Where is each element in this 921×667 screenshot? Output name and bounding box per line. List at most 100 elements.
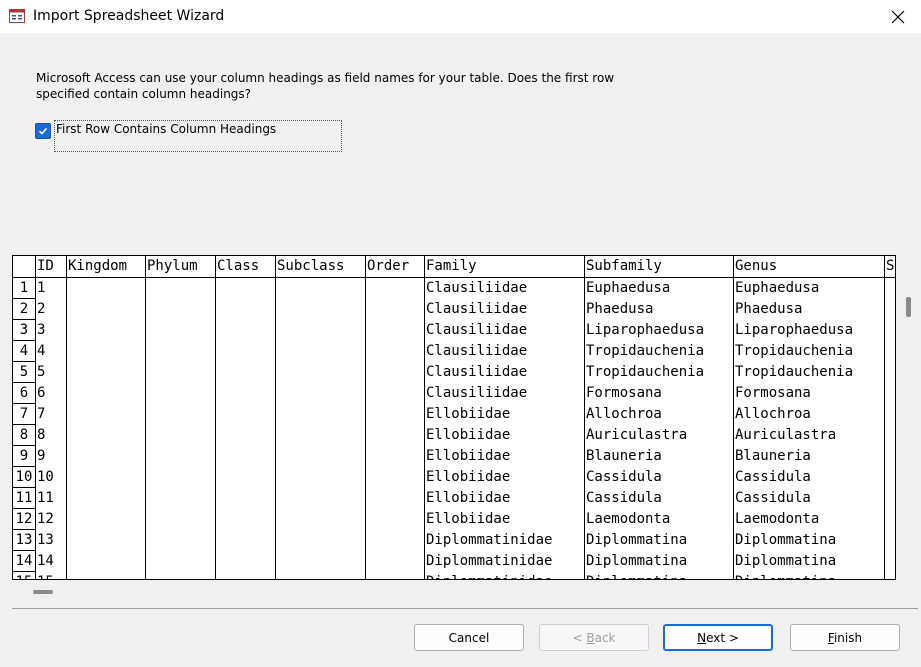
column-header[interactable]: Family: [425, 256, 584, 278]
close-button[interactable]: [875, 0, 921, 33]
grid-cell: [276, 488, 365, 509]
grid-cell: Auriculastra: [735, 427, 837, 443]
intro-line-2: specified contain column headings?: [36, 87, 252, 101]
row-number[interactable]: 10: [13, 467, 35, 488]
column-header[interactable]: Class: [216, 256, 275, 278]
grid-cell: Laemodonta: [735, 511, 820, 527]
grid-cell: [885, 299, 895, 320]
grid-cell: [216, 572, 275, 579]
grid-cell: [276, 299, 365, 320]
row-number[interactable]: 4: [13, 341, 35, 362]
column-header[interactable]: Order: [366, 256, 424, 278]
row-number[interactable]: 7: [13, 404, 35, 425]
grid-cell: Diplommatina: [735, 553, 837, 569]
grid-column-subfamily[interactable]: Subfamily Euphaedusa Phaedusa Liparophaedus…: [585, 256, 734, 579]
grid-column-phylum[interactable]: Phylum: [146, 256, 216, 579]
grid-cell: [146, 551, 215, 572]
grid-cell: [366, 509, 424, 530]
grid-column-order[interactable]: Order: [366, 256, 425, 579]
grid-cell: [276, 320, 365, 341]
row-number[interactable]: 9: [13, 446, 35, 467]
grid-cell: Cassidula: [586, 490, 662, 506]
grid-cell: [216, 278, 275, 299]
grid-cell: [216, 509, 275, 530]
row-number[interactable]: 13: [13, 530, 35, 551]
grid-cell: [885, 509, 895, 530]
grid-column-subclass[interactable]: Subclass: [276, 256, 366, 579]
grid-cell: Ellobiidae: [426, 490, 511, 506]
column-header[interactable]: ID: [36, 256, 66, 278]
grid-cell: [146, 404, 215, 425]
row-number[interactable]: 5: [13, 362, 35, 383]
column-header[interactable]: Subclass: [276, 256, 365, 278]
grid-cell: [366, 320, 424, 341]
grid-cell: 4: [37, 343, 46, 359]
column-header[interactable]: Phylum: [146, 256, 215, 278]
next-button[interactable]: Next >: [663, 624, 773, 651]
grid-cell: Laemodonta: [586, 511, 671, 527]
grid-column-kingdom[interactable]: Kingdom: [67, 256, 146, 579]
column-header[interactable]: Kingdom: [67, 256, 145, 278]
grid-cell: Diplommatinidae: [426, 532, 553, 548]
grid-column-family[interactable]: Family Clausiliidae Clausiliidae Clausiliid…: [425, 256, 585, 579]
grid-column-genus[interactable]: Genus Euphaedusa Phaedusa Liparophaedusa Tro…: [734, 256, 885, 579]
grid-cell: Auriculastra: [586, 427, 688, 443]
cancel-button[interactable]: Cancel: [414, 624, 524, 651]
row-number[interactable]: 12: [13, 509, 35, 530]
grid-cell: Ellobiidae: [426, 469, 511, 485]
grid-cell: Diplommatinidae: [426, 553, 553, 569]
vertical-scrollbar[interactable]: [896, 255, 918, 578]
row-number[interactable]: 14: [13, 551, 35, 572]
finish-button-label: Finish: [827, 630, 863, 645]
row-number[interactable]: 2: [13, 299, 35, 320]
row-number[interactable]: 1: [13, 278, 35, 299]
row-number[interactable]: 15: [13, 572, 35, 579]
grid-cell: [67, 467, 145, 488]
grid-cell: [276, 425, 365, 446]
row-number[interactable]: 3: [13, 320, 35, 341]
row-number[interactable]: 8: [13, 425, 35, 446]
grid-cell: Tropidauchenia: [735, 343, 854, 359]
grid-cell: [366, 383, 424, 404]
grid-cell: [146, 467, 215, 488]
grid-cell: [885, 488, 895, 509]
grid-cell: [366, 425, 424, 446]
grid-cell: [146, 320, 215, 341]
grid-cell: 1: [37, 280, 46, 296]
back-button-label: < Back: [572, 630, 616, 645]
grid-cell: Liparophaedusa: [586, 322, 705, 338]
grid-cell: [67, 572, 145, 579]
grid-cell: 5: [37, 364, 46, 380]
grid-cell: [366, 551, 424, 572]
grid-cell: [885, 572, 895, 579]
row-number[interactable]: 6: [13, 383, 35, 404]
grid-cell: [276, 383, 365, 404]
grid-cell: [216, 404, 275, 425]
checkmark-icon: [38, 127, 48, 135]
first-row-headings-checkbox[interactable]: [35, 123, 51, 139]
first-row-headings-label[interactable]: First Row Contains Column Headings: [54, 120, 342, 152]
column-header[interactable]: Genus: [734, 256, 884, 278]
horizontal-scrollbar[interactable]: [12, 584, 894, 598]
data-preview-grid[interactable]: 123456789101112131415ID12345678910111213…: [12, 255, 896, 580]
grid-cell: Clausiliidae: [426, 364, 528, 380]
grid-column-s[interactable]: S: [885, 256, 895, 579]
horizontal-scroll-thumb[interactable]: [33, 590, 53, 594]
grid-cell: [366, 488, 424, 509]
grid-column-class[interactable]: Class: [216, 256, 276, 579]
finish-button[interactable]: Finish: [790, 624, 900, 651]
back-button[interactable]: < Back: [539, 624, 649, 651]
grid-cell: [216, 425, 275, 446]
grid-cell: [366, 467, 424, 488]
grid-cell: Liparophaedusa: [735, 322, 854, 338]
first-row-headings-option[interactable]: First Row Contains Column Headings: [35, 120, 342, 152]
grid-cell: Formosana: [586, 385, 662, 401]
grid-cell: 13: [37, 532, 54, 548]
column-header[interactable]: Subfamily: [585, 256, 733, 278]
row-number[interactable]: 11: [13, 488, 35, 509]
grid-column-id[interactable]: ID123456789101112131415: [36, 256, 67, 579]
grid-cell: Euphaedusa: [735, 280, 820, 296]
column-header[interactable]: S: [885, 256, 895, 278]
vertical-scroll-thumb[interactable]: [906, 297, 911, 317]
grid-cell: [67, 299, 145, 320]
